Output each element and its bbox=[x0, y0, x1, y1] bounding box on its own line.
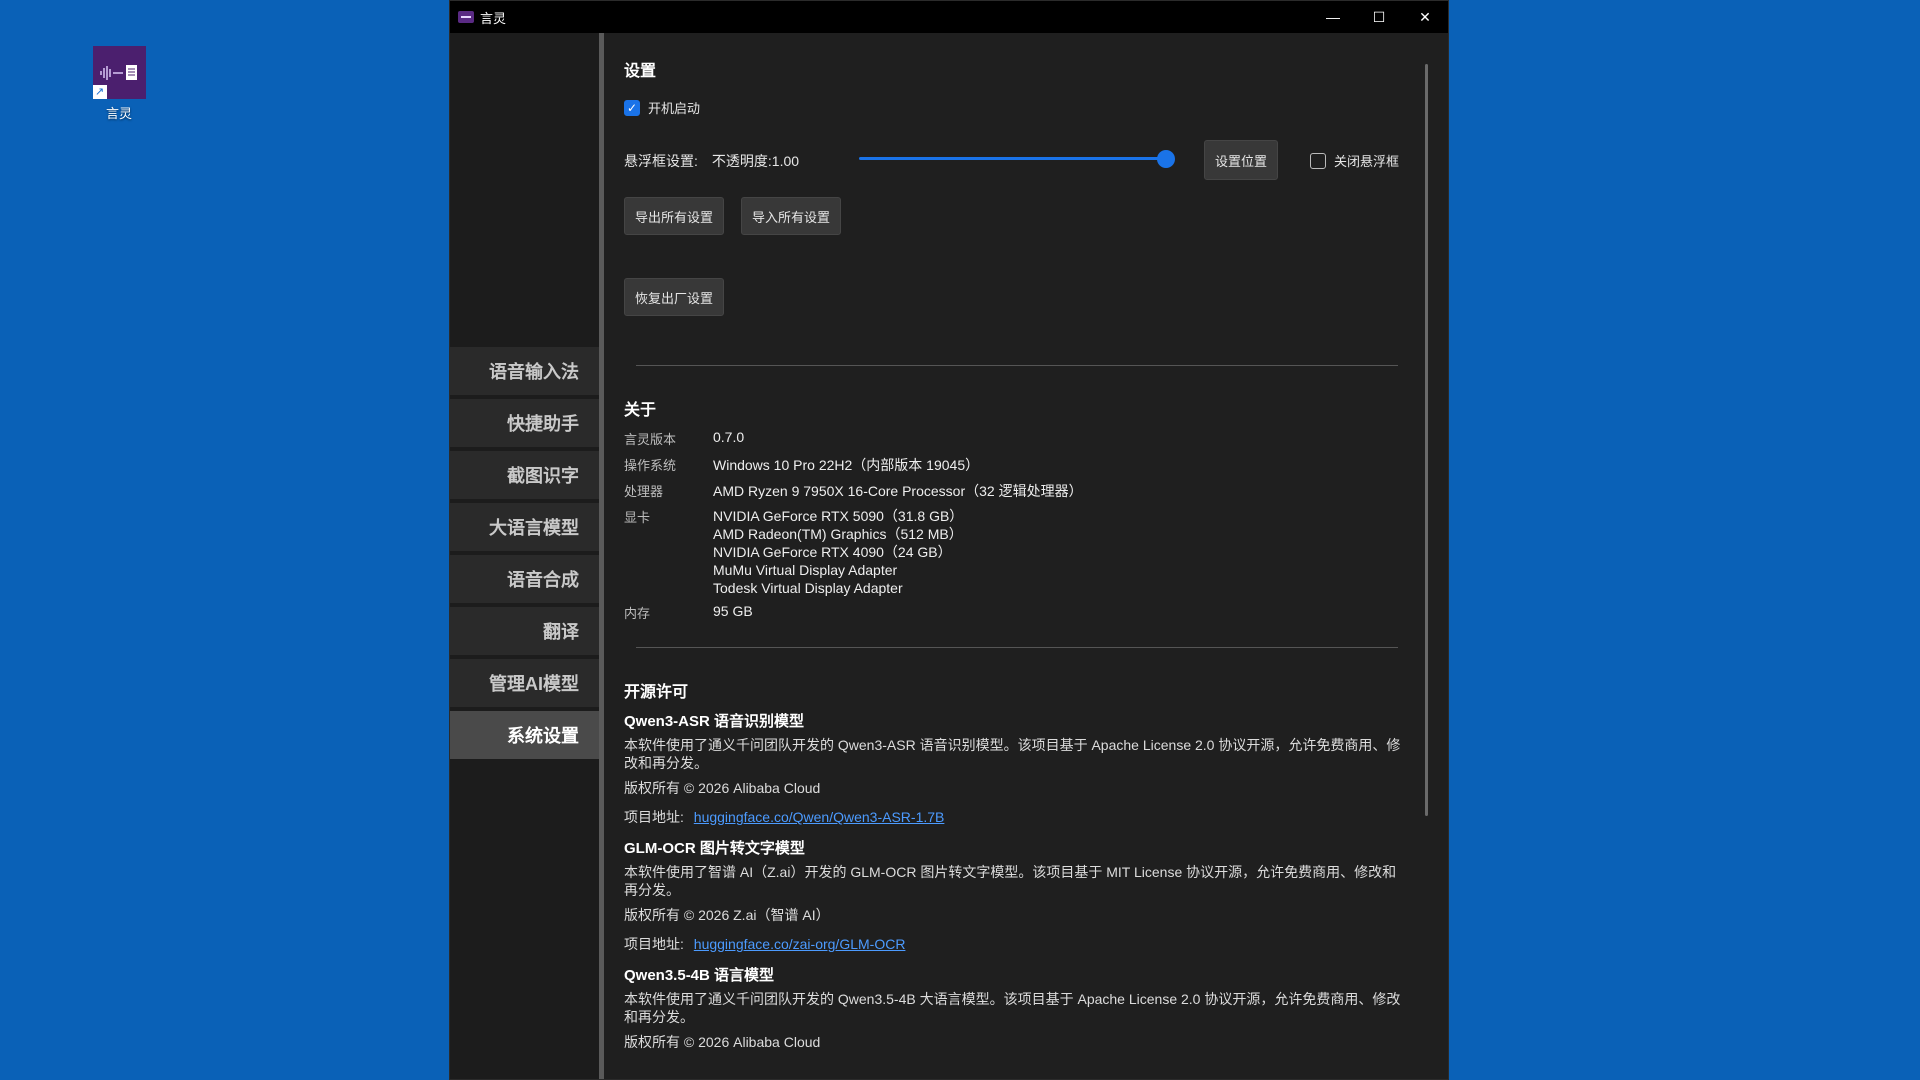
autostart-checkbox[interactable]: ✓ bbox=[624, 99, 640, 116]
autostart-label: 开机启动 bbox=[648, 101, 701, 116]
license-copyright: 版权所有 © 2026 Alibaba Cloud bbox=[624, 1034, 821, 1050]
opacity-slider-thumb[interactable] bbox=[1157, 150, 1175, 168]
autostart-row[interactable]: ✓ 开机启动 bbox=[624, 98, 700, 117]
sidebar-item-tts[interactable]: 语音合成 bbox=[450, 555, 599, 603]
sidebar-item-system-settings[interactable]: 系统设置 bbox=[450, 711, 599, 759]
content-scrollbar[interactable] bbox=[1425, 64, 1428, 816]
maximize-button[interactable]: ☐ bbox=[1356, 1, 1402, 33]
section-divider bbox=[636, 365, 1398, 366]
sidebar-item-voice-input[interactable]: 语音输入法 bbox=[450, 347, 599, 395]
window-title: 言灵 bbox=[480, 10, 507, 26]
close-button[interactable]: ✕ bbox=[1402, 1, 1448, 33]
window-controls: — ☐ ✕ bbox=[1310, 1, 1448, 33]
license-copyright: 版权所有 © 2026 Z.ai（智谱 AI） bbox=[624, 907, 830, 923]
opacity-slider-track[interactable] bbox=[859, 157, 1165, 160]
license-description: 本软件使用了智谱 AI（Z.ai）开发的 GLM-OCR 图片转文字模型。该项目… bbox=[624, 864, 1397, 898]
license-description: 本软件使用了通义千问团队开发的 Qwen3-ASR 语音识别模型。该项目基于 A… bbox=[624, 737, 1401, 771]
license-link[interactable]: huggingface.co/Qwen/Qwen3-ASR-1.7B bbox=[694, 809, 945, 825]
license-link-row: 项目地址: huggingface.co/Qwen/Qwen3-ASR-1.7B bbox=[624, 808, 1404, 826]
license-description: 本软件使用了通义千问团队开发的 Qwen3.5-4B 大语言模型。该项目基于 A… bbox=[624, 991, 1401, 1025]
shortcut-arrow-icon: ↗ bbox=[92, 85, 107, 99]
section-divider bbox=[636, 647, 1398, 648]
close-float-label: 关闭悬浮框 bbox=[1334, 154, 1400, 169]
factory-reset-button[interactable]: 恢复出厂设置 bbox=[624, 278, 725, 316]
app-icon bbox=[458, 11, 474, 23]
minimize-button[interactable]: — bbox=[1310, 1, 1356, 33]
gpu-item: AMD Radeon(TM) Graphics（512 MB） bbox=[713, 526, 963, 542]
float-settings-label: 悬浮框设置: bbox=[624, 153, 698, 169]
settings-heading: 设置 bbox=[624, 63, 657, 80]
sidebar-splitter[interactable] bbox=[599, 33, 604, 1079]
app-window: 言灵 — ☐ ✕ 语音输入法 快捷助手 截图识字 大语言模型 语音合成 翻译 管… bbox=[449, 0, 1449, 1080]
title-bar[interactable]: 言灵 — ☐ ✕ bbox=[450, 1, 1448, 33]
sidebar-item-translate[interactable]: 翻译 bbox=[450, 607, 599, 655]
settings-content: 设置 ✓ 开机启动 悬浮框设置: 不透明度: 1.00 设置位置 关闭悬浮框 导… bbox=[624, 33, 1424, 1079]
sidebar-item-screenshot-ocr[interactable]: 截图识字 bbox=[450, 451, 599, 499]
gpu-item: MuMu Virtual Display Adapter bbox=[713, 562, 898, 578]
version-key: 言灵版本 bbox=[624, 432, 677, 447]
sidebar-nav: 语音输入法 快捷助手 截图识字 大语言模型 语音合成 翻译 管理AI模型 系统设… bbox=[450, 347, 599, 763]
cpu-key: 处理器 bbox=[624, 484, 664, 499]
version-value: 0.7.0 bbox=[713, 429, 745, 445]
close-float-checkbox[interactable] bbox=[1310, 152, 1326, 169]
about-heading: 关于 bbox=[624, 402, 657, 419]
float-settings-row: 悬浮框设置: 不透明度: 1.00 bbox=[624, 151, 799, 171]
license-title: GLM-OCR 图片转文字模型 bbox=[624, 840, 805, 857]
app-logo-icon: ↗ bbox=[92, 46, 146, 99]
cpu-value: AMD Ryzen 9 7950X 16-Core Processor（32 逻… bbox=[713, 483, 1083, 499]
gpu-item: Todesk Virtual Display Adapter bbox=[713, 580, 903, 596]
licenses-heading: 开源许可 bbox=[624, 684, 689, 701]
sidebar: 语音输入法 快捷助手 截图识字 大语言模型 语音合成 翻译 管理AI模型 系统设… bbox=[450, 33, 599, 1079]
desktop-icon-label: 言灵 bbox=[105, 106, 132, 121]
sidebar-item-llm[interactable]: 大语言模型 bbox=[450, 503, 599, 551]
license-link-row: 项目地址: huggingface.co/zai-org/GLM-OCR bbox=[624, 935, 1404, 953]
memory-value: 95 GB bbox=[713, 603, 753, 619]
gpu-item: NVIDIA GeForce RTX 5090（31.8 GB） bbox=[713, 508, 964, 524]
opacity-value: 1.00 bbox=[771, 153, 800, 169]
os-value: Windows 10 Pro 22H2（内部版本 19045） bbox=[713, 457, 980, 473]
gpu-key: 显卡 bbox=[624, 510, 651, 525]
close-float-row[interactable]: 关闭悬浮框 bbox=[1310, 151, 1399, 170]
license-copyright: 版权所有 © 2026 Alibaba Cloud bbox=[624, 780, 821, 796]
gpu-item: NVIDIA GeForce RTX 4090（24 GB） bbox=[713, 544, 952, 560]
license-title: Qwen3.5-4B 语言模型 bbox=[624, 967, 775, 984]
opacity-label: 不透明度: bbox=[711, 153, 772, 169]
gpu-list: NVIDIA GeForce RTX 5090（31.8 GB） AMD Rad… bbox=[713, 507, 963, 597]
license-link-label: 项目地址: bbox=[624, 936, 684, 952]
export-settings-button[interactable]: 导出所有设置 bbox=[624, 197, 725, 235]
license-link[interactable]: huggingface.co/zai-org/GLM-OCR bbox=[694, 936, 906, 952]
sidebar-item-manage-models[interactable]: 管理AI模型 bbox=[450, 659, 599, 707]
import-settings-button[interactable]: 导入所有设置 bbox=[741, 197, 842, 235]
license-title: Qwen3-ASR 语音识别模型 bbox=[624, 713, 805, 730]
desktop-shortcut-yanling[interactable]: ↗ 言灵 bbox=[86, 46, 152, 122]
os-key: 操作系统 bbox=[624, 458, 677, 473]
sidebar-item-quick-assistant[interactable]: 快捷助手 bbox=[450, 399, 599, 447]
memory-key: 内存 bbox=[624, 606, 651, 621]
set-position-button[interactable]: 设置位置 bbox=[1204, 140, 1279, 180]
license-link-label: 项目地址: bbox=[624, 809, 684, 825]
